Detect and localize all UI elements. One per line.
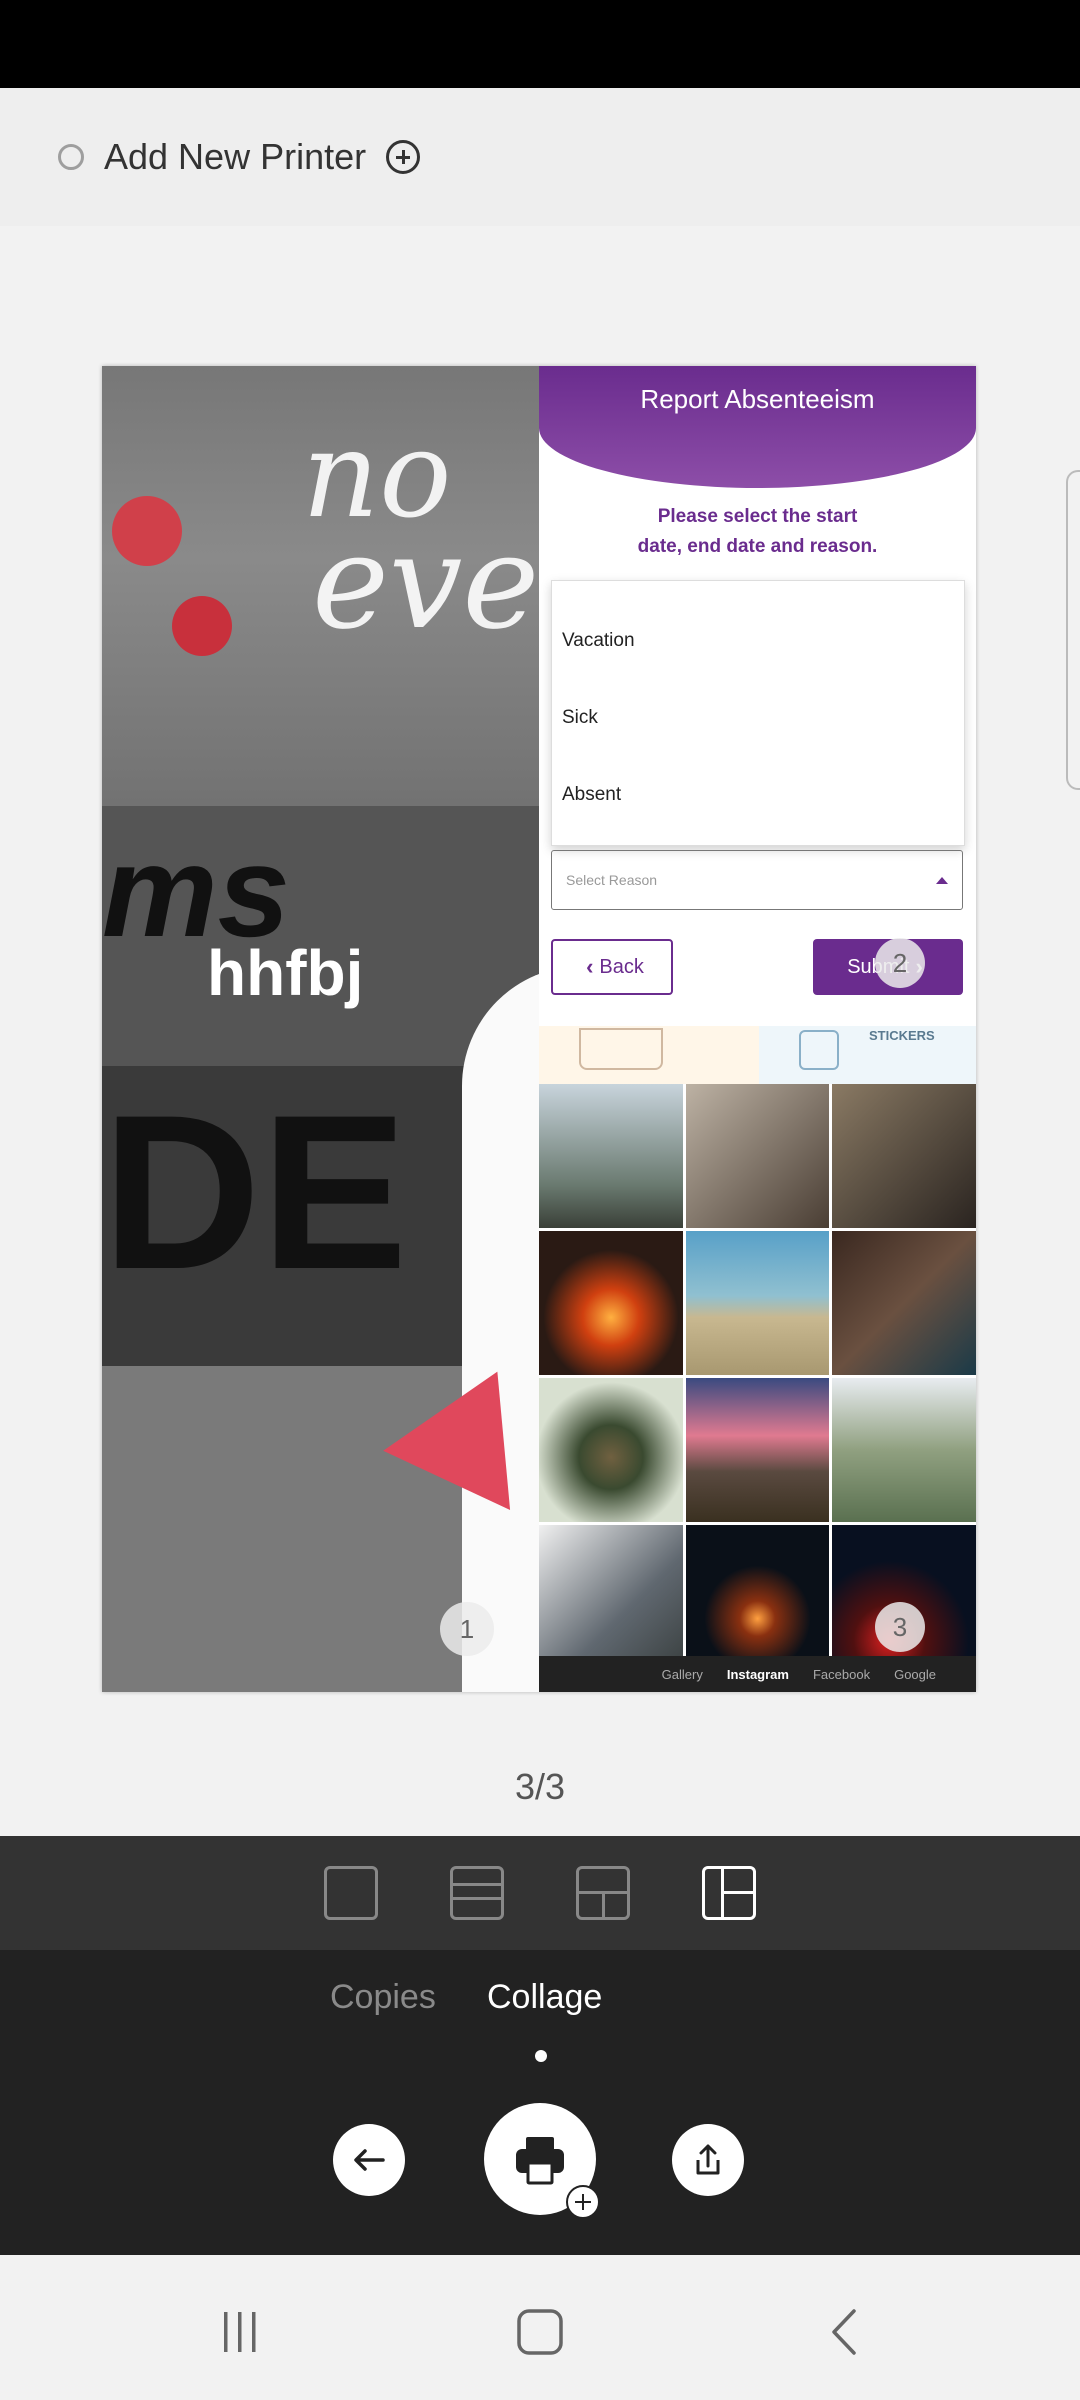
sticker-icon (799, 1030, 839, 1070)
photo-thumbnail (685, 1525, 830, 1669)
share-icon (696, 2144, 720, 2175)
stickers-label: STICKERS (869, 1028, 935, 1043)
photo-thumbnail (539, 1084, 683, 1228)
recent-apps-icon[interactable] (215, 2307, 265, 2357)
plus-badge-icon (566, 2185, 600, 2219)
layout-single-icon[interactable] (324, 1866, 378, 1920)
tab-copies[interactable]: Copies (330, 1978, 436, 2017)
dropdown-option: Absent (562, 783, 622, 805)
photo-grid (539, 1084, 976, 1692)
photo-thumbnail (685, 1084, 830, 1228)
photo-thumbnail (539, 1378, 683, 1522)
printer-radio[interactable] (58, 144, 84, 170)
layout-selector (0, 1836, 1080, 1950)
layout-grid-three-icon[interactable] (576, 1866, 630, 1920)
preview-area: no eve ms DE hhfbj 1 Report Absenteeism … (0, 226, 1080, 1836)
printer-selector[interactable]: Add New Printer (0, 88, 1080, 226)
photo-number-badge: 1 (440, 1602, 494, 1656)
chevron-left-icon: ‹ (586, 954, 594, 979)
photo-source-tabs: Gallery Instagram Facebook Google (539, 1656, 976, 1692)
share-button[interactable] (672, 2124, 744, 2196)
bottom-controls: Copies Collage (0, 1950, 1080, 2255)
form-back-button: ‹ Back (551, 939, 673, 995)
form-title: Report Absenteeism (640, 384, 875, 414)
photo-caption: hhfbj (207, 937, 364, 1009)
status-bar (0, 0, 1080, 88)
reason-select: Select Reason (551, 850, 963, 910)
tab-collage[interactable]: Collage (487, 1978, 602, 2017)
photo-thumbnail (685, 1378, 830, 1522)
form-instruction: Please select the start date, end date a… (637, 506, 878, 557)
dropdown-option: Vacation (562, 629, 635, 651)
reason-dropdown: Vacation Sick Absent (551, 580, 965, 846)
select-placeholder: Select Reason (566, 872, 658, 888)
add-printer-icon[interactable] (386, 140, 421, 174)
photo-thumbnail (832, 1084, 976, 1228)
sticker-strip: STICKERS (539, 1026, 976, 1084)
artwork-text: eve (312, 506, 539, 658)
collage-photo-1[interactable]: no eve ms DE hhfbj 1 (102, 366, 539, 1692)
photo-thumbnail (539, 1231, 683, 1375)
photo-tab: Instagram (726, 1666, 789, 1682)
home-icon[interactable] (515, 2307, 565, 2357)
photo-thumbnail (832, 1231, 976, 1375)
photo-tab: Facebook (812, 1666, 871, 1682)
artwork-text: DE (102, 1069, 408, 1315)
active-tab-indicator (535, 2050, 547, 2062)
caret-up-icon (936, 876, 948, 884)
photo-tab: Google (894, 1666, 936, 1682)
photo-thumbnail (539, 1525, 683, 1669)
back-button[interactable] (333, 2124, 405, 2196)
page-counter: 3/3 (514, 1766, 566, 1807)
photo-thumbnail (685, 1231, 830, 1375)
dropdown-option: Sick (562, 706, 598, 728)
photo-number-badge: 2 (875, 938, 925, 988)
collage-photo-2[interactable]: Report Absenteeism Please select the sta… (539, 366, 976, 1692)
photo-tab: Gallery (661, 1666, 703, 1682)
photo-number-badge: 3 (875, 1602, 925, 1652)
photo-thumbnail (832, 1378, 976, 1522)
printer-icon (516, 2137, 564, 2185)
add-printer-label[interactable]: Add New Printer (104, 136, 366, 178)
print-button[interactable] (484, 2103, 600, 2219)
layout-two-rows-icon[interactable] (450, 1866, 504, 1920)
side-panel-handle[interactable] (1066, 470, 1080, 790)
collage-preview[interactable]: no eve ms DE hhfbj 1 Report Absenteeism … (102, 366, 976, 1692)
layout-collage-icon[interactable] (702, 1866, 756, 1920)
system-nav-bar (0, 2255, 1080, 2400)
back-chevron-icon[interactable] (820, 2307, 870, 2357)
arrow-left-icon (354, 2149, 385, 2171)
